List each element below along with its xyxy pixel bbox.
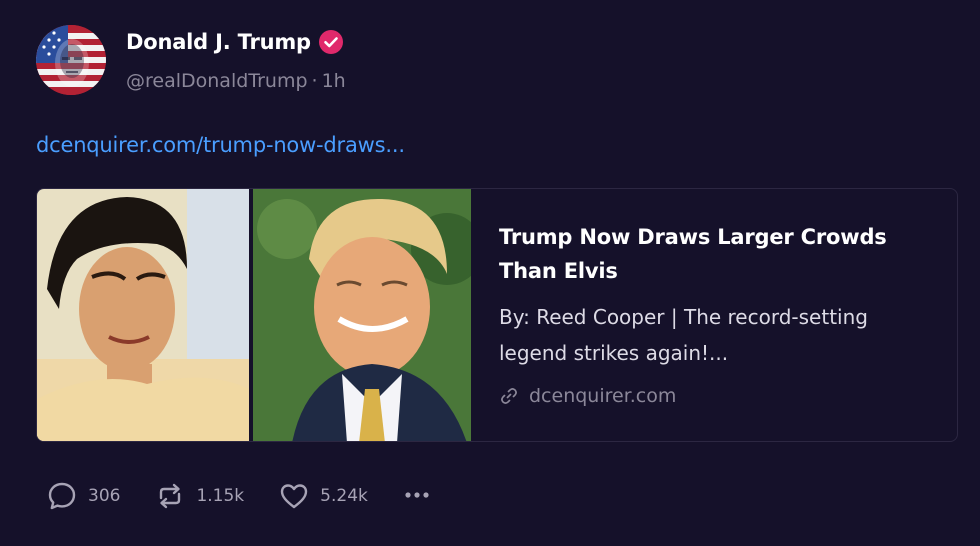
card-description: By: Reed Cooper | The record-setting leg… (499, 305, 868, 365)
meta-separator: · (311, 70, 318, 92)
post-timestamp[interactable]: 1h (322, 70, 346, 92)
card-title[interactable]: Trump Now Draws Larger Crowds Than Elvis (499, 220, 939, 288)
card-domain-text: dcenquirer.com (529, 385, 677, 407)
heart-icon (278, 480, 310, 512)
reply-button[interactable]: 306 (46, 480, 120, 512)
author-meta: @realDonaldTrump · 1h (126, 68, 346, 94)
repost-icon (154, 480, 186, 512)
link-icon (499, 386, 519, 406)
card-domain[interactable]: dcenquirer.com (499, 382, 676, 410)
like-count: 5.24k (320, 486, 368, 506)
card-thumbnail (37, 189, 471, 441)
post-link[interactable]: dcenquirer.com/trump-now-draws... (36, 131, 405, 159)
post-actions: 306 1.15k 5.24k (46, 478, 432, 514)
avatar[interactable] (36, 25, 106, 95)
author-display-name[interactable]: Donald J. Trump (126, 28, 311, 56)
author-handle[interactable]: @realDonaldTrump (126, 70, 308, 92)
link-preview-card[interactable]: Trump Now Draws Larger Crowds Than Elvis… (36, 188, 958, 442)
like-button[interactable]: 5.24k (278, 480, 368, 512)
more-options-button[interactable] (402, 479, 432, 514)
more-icon (402, 479, 432, 514)
comment-icon (46, 480, 78, 512)
repost-count: 1.15k (196, 486, 245, 506)
verified-badge-icon (318, 30, 343, 54)
repost-button[interactable]: 1.15k (154, 480, 244, 512)
author-name-row[interactable]: Donald J. Trump (126, 28, 343, 56)
reply-count: 306 (88, 486, 121, 506)
flag-portrait-avatar-image (36, 25, 106, 95)
